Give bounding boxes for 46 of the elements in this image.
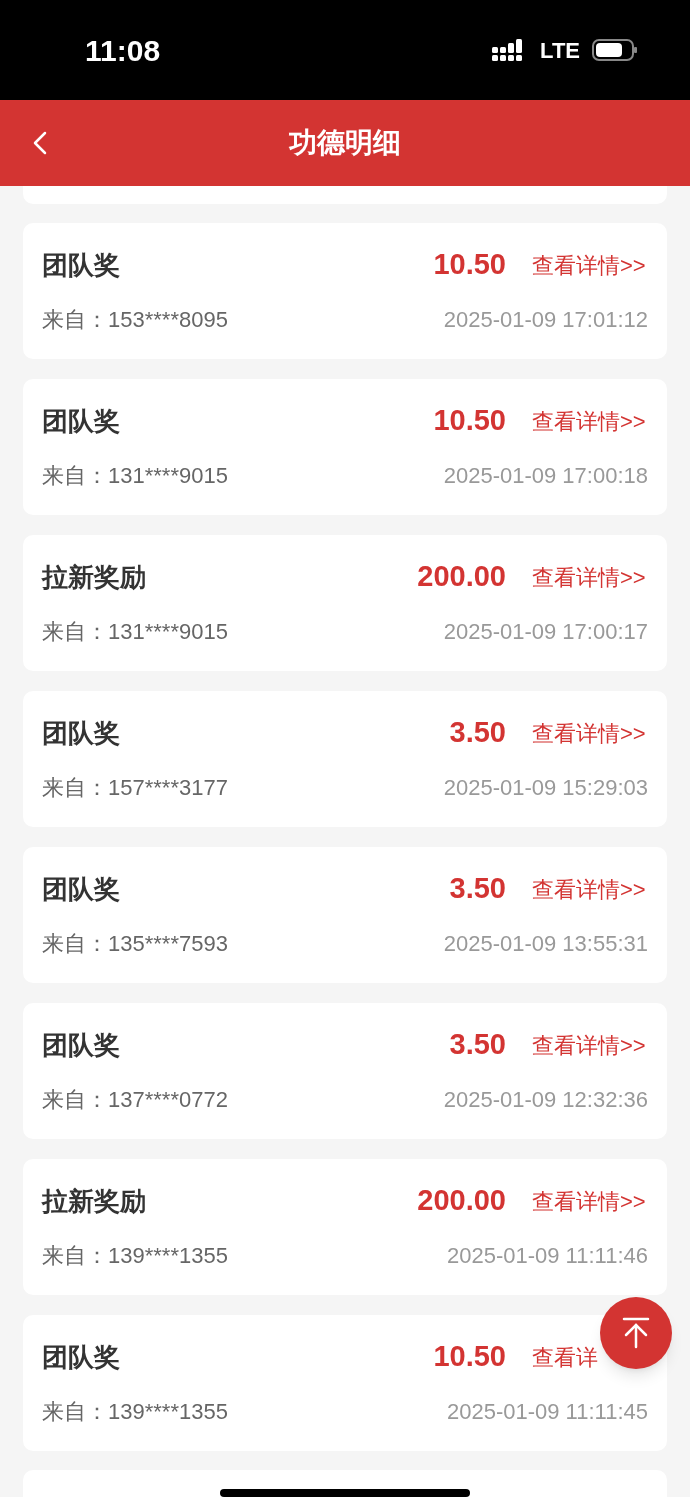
- network-label: LTE: [540, 36, 580, 65]
- record-time: 2025-01-09 15:29:03: [443, 773, 648, 802]
- record-source: 来自：139****1355: [42, 1397, 228, 1426]
- record-amount: 10.50: [433, 403, 506, 439]
- details-link[interactable]: 查看详情>>: [532, 248, 646, 282]
- record-time: 2025-01-09 12:32:36: [443, 1085, 648, 1114]
- record-amount: 200.00: [417, 1183, 506, 1219]
- details-link[interactable]: 查看详情>>: [532, 404, 646, 438]
- details-link[interactable]: 查看详: [532, 1340, 598, 1374]
- details-link[interactable]: 查看详情>>: [532, 872, 646, 906]
- record-source: 来自：131****9015: [42, 461, 228, 490]
- record-amount: 3.50: [449, 1027, 506, 1063]
- record-title: 拉新奖励: [42, 1184, 146, 1218]
- record-amount: 200.00: [417, 559, 506, 595]
- record-source: 来自：135****7593: [42, 929, 228, 958]
- record-title: 团队奖: [42, 872, 120, 906]
- record-time: 2025-01-09 13:55:31: [443, 929, 648, 958]
- details-link[interactable]: 查看详情>>: [532, 1028, 646, 1062]
- record-time: 2025-01-09 17:00:17: [443, 617, 648, 646]
- record-amount: 10.50: [433, 1339, 506, 1375]
- details-link[interactable]: 查看详情>>: [532, 560, 646, 594]
- record-time: 2025-01-09 17:00:18: [443, 461, 648, 490]
- record-source: 来自：153****8095: [42, 305, 228, 334]
- back-to-top-button[interactable]: [600, 1297, 672, 1369]
- details-link[interactable]: 查看详情>>: [532, 716, 646, 750]
- back-icon: [33, 131, 47, 155]
- record-amount: 3.50: [449, 715, 506, 751]
- record-title: 拉新奖励: [42, 560, 146, 594]
- record-source: 来自：157****3177: [42, 773, 228, 802]
- record-amount: 3.50: [449, 871, 506, 907]
- record-time: 2025-01-09 11:11:46: [446, 1241, 648, 1270]
- record-source: 来自：137****0772: [42, 1085, 228, 1114]
- record-title: 团队奖: [42, 404, 120, 438]
- record-title: 团队奖: [42, 1028, 120, 1062]
- record-amount: 10.50: [433, 247, 506, 283]
- record-title: 团队奖: [42, 716, 120, 750]
- record-title: 团队奖: [42, 248, 120, 282]
- status-time: 11:08: [85, 32, 161, 69]
- record-source: 来自：139****1355: [42, 1241, 228, 1270]
- page-title: 功德明细: [289, 126, 401, 160]
- record-time: 2025-01-09 17:01:12: [443, 305, 648, 334]
- details-link[interactable]: 查看详情>>: [532, 1184, 646, 1218]
- record-source: 来自：131****9015: [42, 617, 228, 646]
- record-time: 2025-01-09 11:11:45: [446, 1397, 648, 1426]
- record-title: 团队奖: [42, 1340, 120, 1374]
- battery-icon: [592, 38, 638, 62]
